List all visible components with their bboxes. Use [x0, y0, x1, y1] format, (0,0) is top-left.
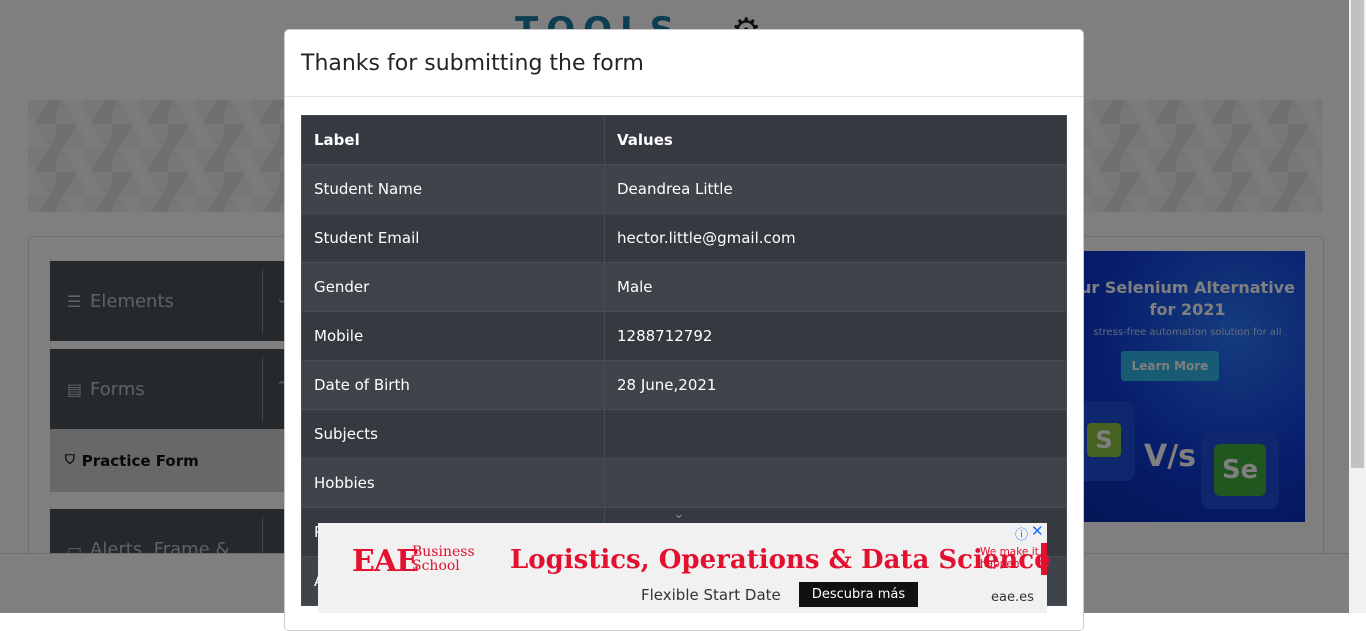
modal-header: Thanks for submitting the form: [285, 30, 1083, 97]
ad-domain: eae.es: [991, 590, 1034, 605]
info-icon[interactable]: ⓘ: [1015, 524, 1028, 543]
ad-headline: Logistics, Operations & Data Science: [510, 545, 1051, 575]
row-label: Student Email: [301, 213, 605, 263]
ad-accent-bar: [1041, 543, 1047, 575]
table-row: Date of Birth 28 June,2021: [301, 360, 1067, 410]
row-label: Gender: [301, 262, 605, 312]
row-value: hector.little@gmail.com: [604, 213, 1067, 263]
table-row: Student Email hector.little@gmail.com: [301, 213, 1067, 263]
row-label: Hobbies: [301, 458, 605, 508]
bottom-ad-banner[interactable]: EAE Business School Logistics, Operation…: [318, 522, 1051, 613]
row-label: Student Name: [301, 164, 605, 214]
table-row: Gender Male: [301, 262, 1067, 312]
row-label: Subjects: [301, 409, 605, 459]
ad-brand-sub: Business School: [412, 545, 475, 573]
row-value: Male: [604, 262, 1067, 312]
close-icon[interactable]: ✕: [1031, 522, 1044, 540]
row-label: Date of Birth: [301, 360, 605, 410]
row-value: [604, 409, 1067, 459]
table-row: Subjects: [301, 409, 1067, 459]
row-label: Mobile: [301, 311, 605, 361]
row-value: Deandrea Little: [604, 164, 1067, 214]
scrollbar-thumb[interactable]: [1351, 0, 1364, 468]
table-row: Mobile 1288712792: [301, 311, 1067, 361]
page-scrollbar[interactable]: [1349, 0, 1366, 613]
ad-cta-button[interactable]: Descubra más: [799, 582, 918, 607]
ad-tagline: We make it happen: [980, 546, 1039, 570]
row-value: 1288712792: [604, 311, 1067, 361]
column-header-values: Values: [604, 115, 1067, 165]
column-header-label: Label: [301, 115, 605, 165]
table-header-row: Label Values: [301, 115, 1067, 165]
modal-title: Thanks for submitting the form: [301, 50, 644, 76]
ad-brand-logo: EAE: [352, 544, 419, 579]
row-value: 28 June,2021: [604, 360, 1067, 410]
row-value: [604, 458, 1067, 508]
ad-subline: Flexible Start Date: [641, 586, 781, 604]
table-row: Hobbies: [301, 458, 1067, 508]
scroll-down-chevron-icon[interactable]: ⌄: [673, 506, 685, 522]
table-row: Student Name Deandrea Little: [301, 164, 1067, 214]
ad-brand-sub-line2: School: [412, 558, 460, 574]
